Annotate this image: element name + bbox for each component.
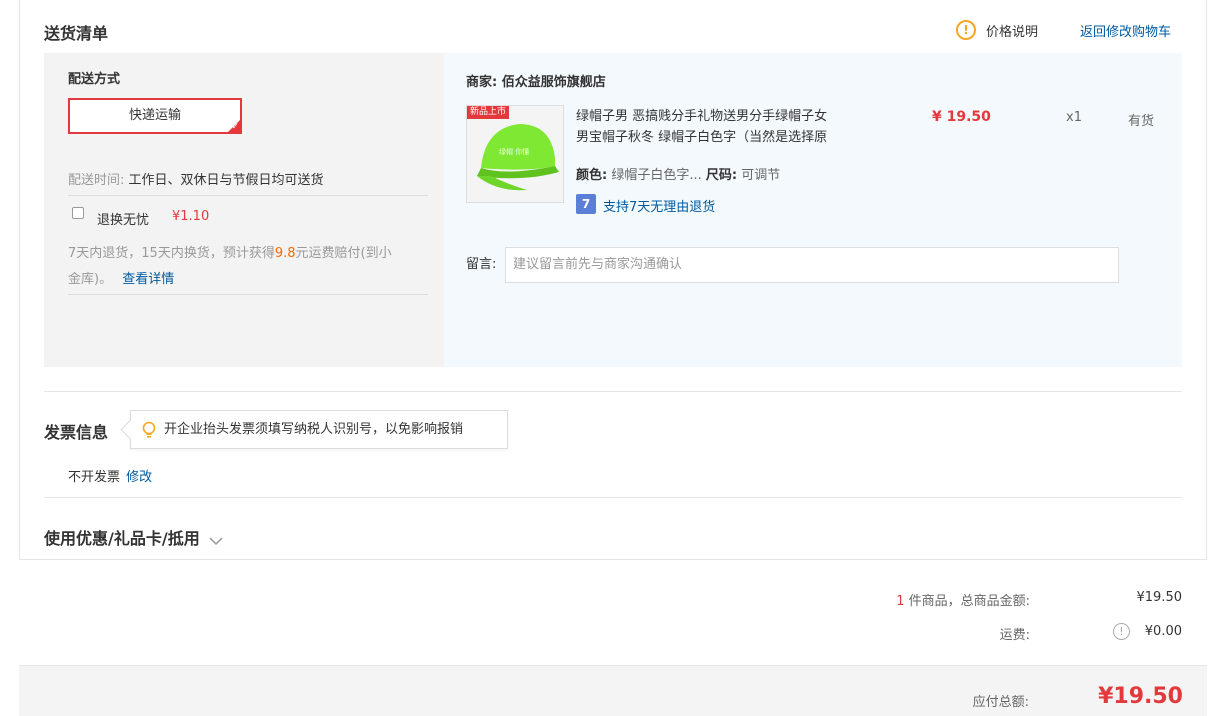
size-value: 可调节: [741, 168, 781, 183]
payable-value: ¥19.50: [1098, 684, 1183, 709]
divider: [68, 294, 428, 295]
stock-status: 有货: [1128, 114, 1155, 129]
shipping-heading: 配送方式: [68, 72, 121, 87]
merchant-name: 佰众益服饰旗舰店: [501, 75, 606, 90]
product-price: ¥ 19.50: [932, 109, 991, 125]
chevron-down-icon: [209, 536, 223, 545]
merchant: 商家: 佰众益服饰旗舰店: [466, 71, 606, 90]
shipping-method-label: 快递运输: [128, 108, 181, 123]
divider: [68, 195, 428, 196]
color-label: 颜色:: [576, 168, 608, 183]
invoice-title: 发票信息: [44, 423, 109, 442]
product-image[interactable]: 绿帽 你懂 新品上市: [466, 105, 564, 203]
back-to-cart-link[interactable]: 返回修改购物车: [1080, 21, 1171, 40]
invoice-tip-text: 开企业抬头发票须填写纳税人识别号，以免影响报销: [164, 422, 464, 437]
return-policy-text: 支持7天无理由退货: [603, 200, 716, 215]
coupon-toggle[interactable]: 使用优惠/礼品卡/抵用: [44, 525, 224, 549]
delivery-time-label: 配送时间:: [68, 173, 125, 188]
product-quantity: x1: [1066, 110, 1082, 125]
coupon-title: 使用优惠/礼品卡/抵用: [44, 529, 200, 548]
insurance-desc-text-2: 元运费赔付(到小: [295, 246, 392, 261]
insurance-desc-text-3: 金库)。: [68, 272, 113, 287]
message-input[interactable]: 建议留言前先与商家沟通确认: [505, 247, 1119, 283]
goods-total: ¥19.50: [1136, 590, 1183, 605]
check-icon: ✓: [231, 122, 239, 132]
shipping-panel: 配送方式 快递运输 ✓ 配送时间: 工作日、双休日与节假日均可送货 退换无忧 ¥…: [44, 53, 444, 367]
insurance-amount: 9.8: [274, 246, 296, 261]
message-label: 留言:: [466, 257, 497, 272]
payable-bar: 应付总额: ¥19.50: [19, 665, 1207, 716]
goods-count: 1: [896, 594, 905, 609]
price-info-link[interactable]: 价格说明: [986, 21, 1038, 40]
payable-label: 应付总额:: [972, 695, 1029, 710]
goods-count-label: 件商品，总商品金额:: [908, 594, 1030, 609]
warning-icon: !: [956, 20, 976, 40]
invoice-tip: 开企业抬头发票须填写纳税人识别号，以免影响报销: [130, 410, 508, 449]
freight-value: ¥0.00: [1144, 624, 1182, 639]
product-specs: 颜色: 绿帽子白色字... 尺码: 可调节: [576, 164, 780, 183]
product-title-line: 绿帽子男 恶搞贱分手礼物送男分手绿帽子女: [576, 109, 828, 124]
product-panel: 商家: 佰众益服饰旗舰店 绿帽 你懂 新品上市 绿帽子男 恶搞贱分手礼物送男分手…: [444, 53, 1182, 367]
green-cap-image: 绿帽 你懂: [467, 106, 563, 202]
svg-text:绿帽 你懂: 绿帽 你懂: [499, 147, 529, 156]
return-policy-icon: 7: [576, 194, 596, 214]
size-label: 尺码:: [705, 168, 738, 183]
new-arrival-badge: 新品上市: [467, 106, 510, 119]
lightbulb-icon: [142, 421, 156, 438]
product-title-line: 男宝帽子秋冬 绿帽子白色字（当然是选择原: [576, 130, 828, 145]
delivery-time: 配送时间: 工作日、双休日与节假日均可送货: [68, 169, 324, 188]
order-card: 送货清单 ! 价格说明 返回修改购物车 配送方式 快递运输 ✓ 配送时间: 工作…: [19, 0, 1207, 560]
insurance-description: 7天内退货，15天内换货，预计获得9.8元运费赔付(到小 金库)。 查看详情: [68, 241, 428, 293]
insurance-label: 退换无忧: [97, 213, 150, 228]
goods-count-row: 1 件商品，总商品金额:: [896, 590, 1030, 609]
section-title: 送货清单: [44, 24, 109, 43]
shipping-method-option[interactable]: 快递运输 ✓: [68, 98, 242, 134]
merchant-label: 商家:: [466, 75, 498, 90]
divider: [44, 497, 1182, 498]
insurance-checkbox[interactable]: [72, 207, 84, 219]
insurance-detail-link[interactable]: 查看详情: [122, 272, 174, 287]
color-value: 绿帽子白色字...: [611, 168, 702, 183]
invoice-edit-link[interactable]: 修改: [126, 470, 152, 485]
invoice-type: 不开发票: [68, 470, 121, 485]
divider: [44, 391, 1182, 392]
insurance-price: ¥1.10: [172, 209, 210, 224]
product-title[interactable]: 绿帽子男 恶搞贱分手礼物送男分手绿帽子女 男宝帽子秋冬 绿帽子白色字（当然是选择…: [576, 106, 876, 148]
insurance-desc-text: 7天内退货，15天内换货，预计获得: [68, 246, 275, 261]
freight-label: 运费:: [999, 628, 1030, 643]
delivery-time-value: 工作日、双休日与节假日均可送货: [128, 173, 324, 188]
info-icon[interactable]: !: [1113, 623, 1130, 640]
invoice-value: 不开发票 修改: [68, 466, 152, 485]
